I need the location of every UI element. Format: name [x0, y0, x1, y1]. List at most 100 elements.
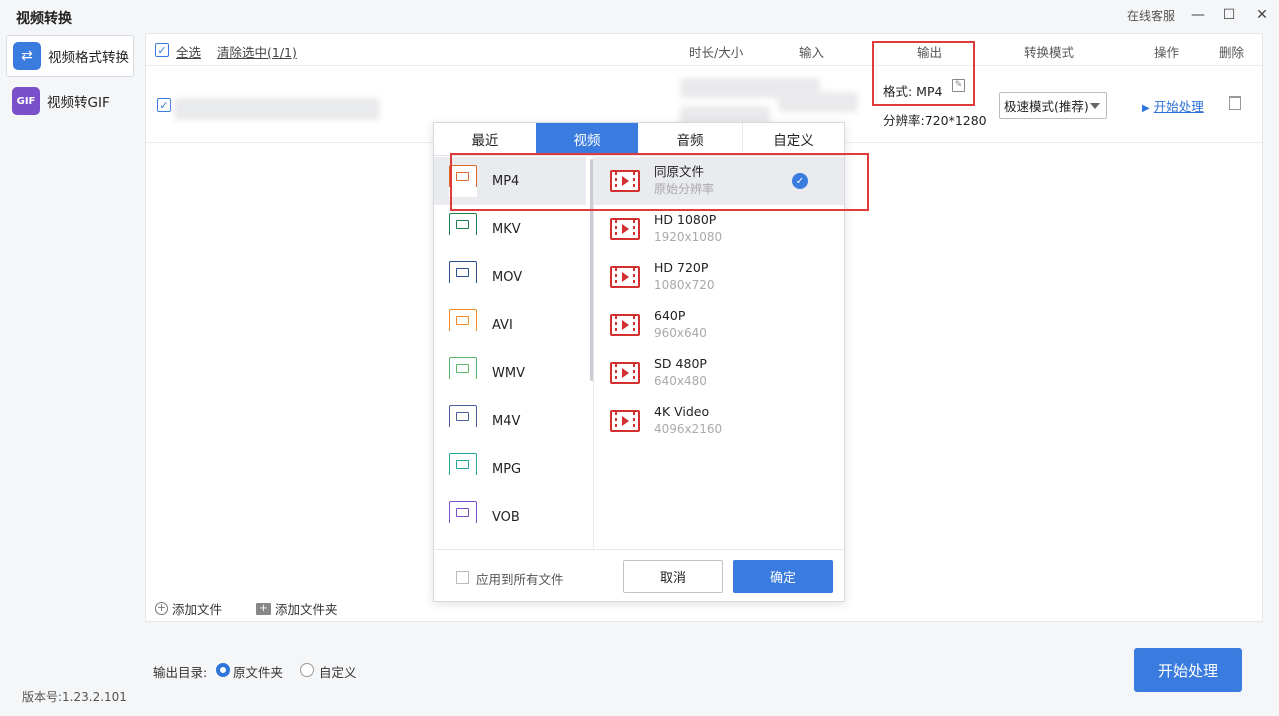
video-film-icon — [610, 314, 640, 336]
resolution-item-1080p[interactable]: HD 1080P 1920x1080 — [594, 205, 844, 253]
radio-original-folder-label: 原文件夹 — [233, 665, 284, 680]
cancel-button[interactable]: 取消 — [623, 560, 723, 593]
video-film-icon — [610, 410, 640, 432]
minimize-button[interactable]: — — [1187, 4, 1209, 26]
format-item-mov[interactable]: MOV MOV — [434, 253, 586, 301]
ok-button[interactable]: 确定 — [733, 560, 833, 593]
format-item-mkv[interactable]: MKV MKV — [434, 205, 586, 253]
close-button[interactable]: ✕ — [1251, 4, 1273, 26]
close-icon: ✕ — [1256, 7, 1268, 23]
avi-file-icon: AVI — [449, 309, 477, 341]
resolution-name: HD 1080P — [654, 212, 717, 227]
gif-icon: GIF — [12, 87, 40, 115]
file-thumbnail-name-blurred — [174, 98, 380, 120]
format-item-avi[interactable]: AVI AVI — [434, 301, 586, 349]
plus-circle-icon: + — [155, 601, 168, 615]
file-checkbox[interactable]: ✓ — [157, 98, 171, 112]
wmv-file-icon: WMV — [449, 357, 477, 389]
add-file-label: 添加文件 — [172, 602, 223, 617]
format-label: M4V — [492, 413, 521, 429]
mkv-file-icon: MKV — [449, 213, 477, 245]
column-duration-size: 时长/大小 — [689, 45, 744, 60]
sidebar-item-video-format-convert[interactable]: ⇄ 视频格式转换 — [6, 35, 134, 77]
list-header: ✓ 全选 清除选中(1/1) 时长/大小 输入 输出 转换模式 操作 删除 — [146, 34, 1262, 66]
resolution-name: HD 720P — [654, 260, 709, 275]
add-folder-label: 添加文件夹 — [275, 602, 338, 617]
format-label: MOV — [492, 269, 523, 285]
tab-audio[interactable]: 音频 — [638, 123, 742, 155]
resolution-size: 1080x720 — [654, 278, 715, 292]
radio-custom[interactable] — [300, 663, 314, 677]
radio-custom-label: 自定义 — [319, 665, 357, 680]
format-item-m4v[interactable]: M4V M4V — [434, 397, 586, 445]
folder-plus-icon: + — [256, 602, 271, 615]
add-file-button[interactable]: + 添加文件 — [155, 599, 222, 618]
maximize-button[interactable]: ☐ — [1218, 4, 1240, 26]
add-folder-button[interactable]: + 添加文件夹 — [256, 599, 338, 618]
output-resolution: 分辨率:720*1280 — [883, 113, 987, 128]
apply-all-label: 应用到所有文件 — [476, 572, 564, 587]
sidebar-item-video-to-gif[interactable]: GIF 视频转GIF — [6, 80, 134, 122]
video-film-icon — [610, 266, 640, 288]
select-all-link[interactable]: 全选 — [176, 42, 201, 61]
resolution-item-720p[interactable]: HD 720P 1080x720 — [594, 253, 844, 301]
resolution-name: SD 480P — [654, 356, 707, 371]
app-title: 视频转换 — [16, 11, 72, 27]
maximize-icon: ☐ — [1222, 7, 1236, 23]
tab-recent[interactable]: 最近 — [434, 123, 536, 155]
row-start-process-link[interactable]: ▶ 开始处理 — [1142, 96, 1204, 115]
swap-arrows-icon: ⇄ — [13, 42, 41, 70]
online-support-link[interactable]: 在线客服 — [1127, 7, 1175, 24]
resolution-item-480p[interactable]: SD 480P 640x480 — [594, 349, 844, 397]
play-icon: ▶ — [1142, 103, 1150, 114]
tab-custom[interactable]: 自定义 — [742, 123, 844, 155]
start-process-button[interactable]: 开始处理 — [1134, 648, 1242, 692]
format-label: AVI — [492, 317, 513, 333]
radio-original-folder[interactable] — [216, 663, 230, 677]
clear-selected-link[interactable]: 清除选中(1/1) — [217, 42, 297, 61]
resolution-size: 4096x2160 — [654, 422, 723, 436]
format-label: MPG — [492, 461, 522, 477]
column-input: 输入 — [799, 45, 825, 60]
convert-mode-select[interactable]: 极速模式(推荐) — [999, 92, 1107, 119]
format-item-vob[interactable]: VOB VOB — [434, 493, 586, 541]
resolution-size: 1920x1080 — [654, 230, 723, 244]
edit-format-icon[interactable]: ✎ — [952, 79, 965, 92]
format-label: VOB — [492, 509, 520, 525]
vob-file-icon: VOB — [449, 501, 477, 533]
format-item-wmv[interactable]: WMV WMV — [434, 349, 586, 397]
mov-file-icon: MOV — [449, 261, 477, 293]
resolution-item-4k[interactable]: 4K Video 4096x2160 — [594, 397, 844, 445]
selection-highlight-box — [450, 153, 869, 211]
format-label: MKV — [492, 221, 521, 237]
tab-video[interactable]: 视频 — [536, 123, 638, 155]
video-film-icon — [610, 362, 640, 384]
title-bar — [0, 0, 1279, 32]
video-film-icon — [610, 218, 640, 240]
resolution-size: 640x480 — [654, 374, 707, 388]
column-action: 操作 — [1154, 45, 1180, 60]
trash-icon[interactable] — [1229, 96, 1241, 110]
column-delete: 删除 — [1219, 45, 1245, 60]
resolution-item-640p[interactable]: 640P 960x640 — [594, 301, 844, 349]
sidebar-item-label: 视频转GIF — [47, 95, 110, 111]
chevron-down-icon — [1090, 103, 1100, 109]
select-all-checkbox[interactable]: ✓ — [155, 43, 169, 57]
sidebar-item-label: 视频格式转换 — [48, 50, 129, 66]
column-convert-mode: 转换模式 — [1024, 45, 1075, 60]
resolution-name: 640P — [654, 308, 686, 323]
resolution-name: 4K Video — [654, 404, 710, 419]
input-info-blurred — [778, 92, 858, 112]
row-start-label: 开始处理 — [1153, 99, 1204, 114]
minimize-icon: — — [1191, 7, 1205, 23]
popup-footer-divider — [434, 549, 844, 550]
convert-mode-value: 极速模式(推荐) — [1004, 99, 1089, 114]
output-dir-label: 输出目录: — [153, 665, 208, 680]
output-format: 格式: MP4 — [883, 84, 943, 99]
format-item-mpg[interactable]: MPG MPG — [434, 445, 586, 493]
mpg-file-icon: MPG — [449, 453, 477, 485]
apply-all-checkbox[interactable] — [456, 571, 469, 584]
format-label: WMV — [492, 365, 525, 381]
version-label: 版本号:1.23.2.101 — [22, 690, 127, 704]
m4v-file-icon: M4V — [449, 405, 477, 437]
